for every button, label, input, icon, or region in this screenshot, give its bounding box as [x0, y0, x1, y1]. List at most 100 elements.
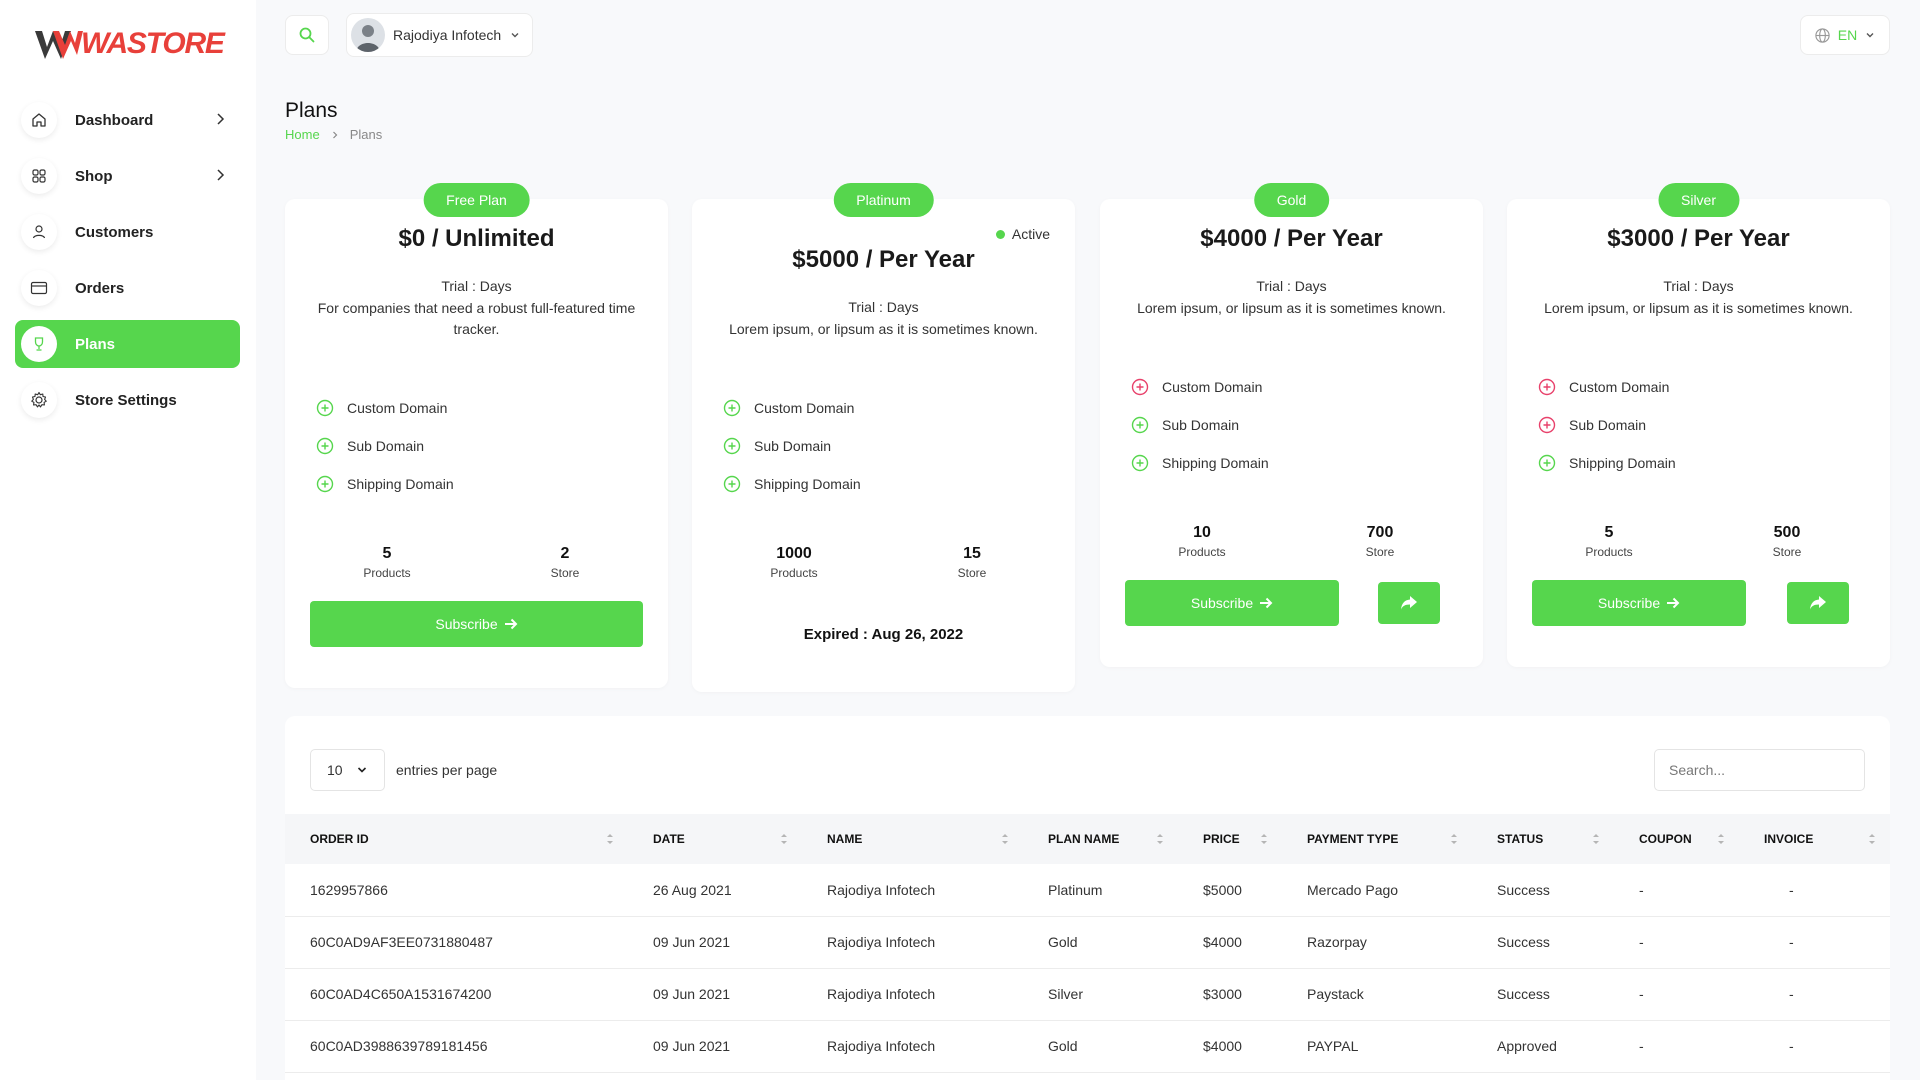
entries-label: entries per page — [396, 762, 498, 778]
cell-status: Success — [1472, 968, 1614, 1021]
feature-custom-domain: Custom Domain — [1537, 368, 1676, 406]
top-search-button[interactable] — [285, 15, 329, 55]
plan-badge: Free Plan — [423, 183, 530, 217]
subscribe-button[interactable]: Subscribe — [1125, 580, 1339, 626]
plus-circle-icon — [316, 437, 334, 455]
card-icon — [21, 270, 57, 306]
cell-order-id: 60C0AD4C650A1531674200 — [285, 968, 628, 1021]
logo-text: WASTORE — [81, 27, 225, 60]
stat-products: 1000 Products — [744, 545, 844, 580]
plan-trial: Trial : Days — [1256, 278, 1327, 294]
column-header[interactable]: PAYMENT TYPE — [1282, 814, 1472, 864]
subscribe-label: Subscribe — [1597, 595, 1661, 611]
table-search-input[interactable] — [1654, 749, 1865, 791]
sidebar-item-orders[interactable]: Orders — [15, 264, 240, 312]
sidebar-item-customers[interactable]: Customers — [15, 208, 240, 256]
share-icon — [1810, 596, 1826, 610]
table-body: 1629957866 26 Aug 2021 Rajodiya Infotech… — [285, 864, 1890, 1073]
sort-icon — [1261, 834, 1267, 844]
sidebar-item-shop[interactable]: Shop — [15, 152, 240, 200]
sort-icon — [1718, 834, 1724, 844]
cell-status: Success — [1472, 864, 1614, 917]
column-header[interactable]: INVOICE — [1739, 814, 1890, 864]
column-header[interactable]: PLAN NAME — [1023, 814, 1178, 864]
stat-products: 5 Products — [1559, 524, 1659, 559]
feature-shipping-domain: Shipping Domain — [722, 465, 861, 503]
orders-table: ORDER ID DATE NAME PLAN NAME PRICE PAYME… — [285, 814, 1890, 1073]
cell-date: 09 Jun 2021 — [628, 968, 802, 1021]
cell-name: Rajodiya Infotech — [802, 968, 1023, 1021]
plus-circle-icon — [723, 437, 741, 455]
brand-logo[interactable]: WASTORE — [33, 24, 225, 64]
plan-description: Lorem ipsum, or lipsum as it is sometime… — [729, 321, 1038, 337]
subscribe-button[interactable]: Subscribe — [1532, 580, 1746, 626]
stat-value: 10 — [1193, 524, 1211, 541]
chevron-down-icon — [1866, 33, 1874, 38]
sidebar-item-plans[interactable]: Plans — [15, 320, 240, 368]
arrow-right-icon — [1667, 597, 1680, 609]
column-header[interactable]: COUPON — [1614, 814, 1739, 864]
sidebar-nav: Dashboard Shop Customers Orders Plans St… — [15, 96, 240, 432]
column-header[interactable]: ORDER ID — [285, 814, 628, 864]
share-button[interactable] — [1378, 582, 1440, 624]
subscribe-button[interactable]: Subscribe — [310, 601, 643, 647]
breadcrumb-current: Plans — [349, 127, 383, 142]
avatar — [351, 18, 385, 52]
feature-label: Shipping Domain — [347, 476, 454, 492]
plan-badge: Platinum — [833, 183, 934, 217]
sort-icon — [1593, 834, 1599, 844]
cell-coupon: - — [1614, 916, 1739, 969]
cell-date: 26 Aug 2021 — [628, 864, 802, 917]
sidebar-item-label: Customers — [75, 223, 154, 241]
stat-value: 700 — [1366, 524, 1394, 541]
stat-value: 500 — [1773, 524, 1801, 541]
feature-sub-domain: Sub Domain — [722, 427, 861, 465]
column-header[interactable]: STATUS — [1472, 814, 1614, 864]
column-label: PRICE — [1203, 832, 1240, 846]
column-header[interactable]: PRICE — [1178, 814, 1282, 864]
feature-custom-domain: Custom Domain — [1130, 368, 1269, 406]
cell-order-id: 60C0AD3988639789181456 — [285, 1020, 628, 1073]
cell-invoice: - — [1739, 916, 1890, 969]
plan-card-silver: Silver $3000 / Per Year Trial : Days Lor… — [1507, 183, 1890, 667]
language-selector[interactable]: EN — [1800, 15, 1890, 55]
cell-order-id: 1629957866 — [285, 864, 628, 917]
plus-circle-icon — [1131, 378, 1149, 396]
sort-icon — [781, 834, 787, 844]
cell-name: Rajodiya Infotech — [802, 916, 1023, 969]
cell-price: $5000 — [1178, 864, 1282, 917]
plus-circle-icon — [316, 399, 334, 417]
sort-icon — [607, 834, 613, 844]
search-icon — [299, 27, 315, 43]
plan-features: Custom Domain Sub Domain Shipping Domain — [1130, 368, 1269, 482]
breadcrumb-home-link[interactable]: Home — [285, 127, 320, 142]
share-button[interactable] — [1787, 582, 1849, 624]
globe-icon — [1815, 27, 1830, 43]
feature-label: Sub Domain — [754, 438, 832, 454]
chevron-right-icon — [332, 131, 338, 138]
expiry-date: Expired : Aug 26, 2022 — [803, 626, 964, 643]
sidebar-item-dashboard[interactable]: Dashboard — [15, 96, 240, 144]
sidebar-item-label: Dashboard — [75, 111, 154, 129]
entries-select[interactable]: 10 — [310, 749, 385, 791]
arrow-right-icon — [1260, 597, 1273, 609]
column-header[interactable]: NAME — [802, 814, 1023, 864]
sort-icon — [1869, 834, 1875, 844]
column-header[interactable]: DATE — [628, 814, 802, 864]
gear-icon — [21, 382, 57, 418]
plus-circle-icon — [723, 399, 741, 417]
cell-coupon: - — [1614, 968, 1739, 1021]
sidebar-item-store-settings[interactable]: Store Settings — [15, 376, 240, 424]
plus-circle-icon — [1538, 378, 1556, 396]
user-name: Rajodiya Infotech — [393, 27, 502, 43]
user-menu[interactable]: Rajodiya Infotech — [346, 13, 533, 57]
sidebar-item-label: Plans — [75, 335, 116, 353]
feature-label: Sub Domain — [347, 438, 425, 454]
feature-sub-domain: Sub Domain — [1537, 406, 1676, 444]
cell-price: $4000 — [1178, 1020, 1282, 1073]
feature-label: Custom Domain — [1162, 379, 1263, 395]
stat-label: Products — [1585, 545, 1633, 559]
sort-icon — [1157, 834, 1163, 844]
plus-circle-icon — [1131, 416, 1149, 434]
arrow-right-icon — [504, 618, 518, 630]
